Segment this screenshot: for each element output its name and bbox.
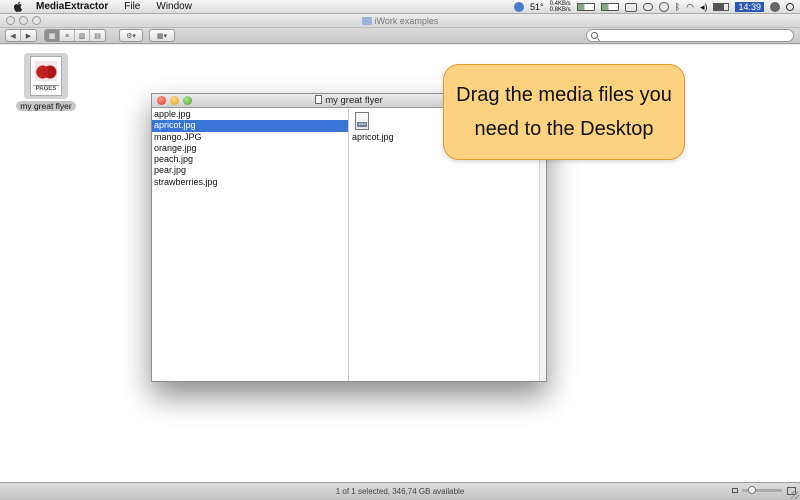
finder-title: iWork examples <box>0 14 800 28</box>
forward-button[interactable]: ▶ <box>21 30 36 41</box>
callout-text: Drag the media files you need to the Des… <box>456 84 672 140</box>
file-menu[interactable]: File <box>116 0 148 14</box>
navigation-buttons: ◀ ▶ <box>5 29 37 42</box>
file-thumbnail[interactable]: PAGES <box>24 53 68 99</box>
search-icon <box>591 32 598 39</box>
memory-meter-icon[interactable] <box>600 3 619 11</box>
file-row[interactable]: peach.jpg <box>152 154 348 165</box>
cherries-picture <box>35 61 57 81</box>
spotlight-icon[interactable] <box>786 3 794 11</box>
file-row[interactable]: mango.JPG <box>152 132 348 143</box>
window-menu[interactable]: Window <box>148 0 200 14</box>
app-menu[interactable]: MediaExtractor <box>26 0 116 14</box>
folder-icon <box>361 17 372 25</box>
display-icon[interactable] <box>624 2 637 12</box>
temperature-readout[interactable]: 51° <box>530 2 544 12</box>
instruction-callout: Drag the media files you need to the Des… <box>443 64 685 160</box>
search-field[interactable] <box>586 29 794 42</box>
chat-status-icon[interactable] <box>642 3 653 11</box>
minimize-button[interactable] <box>170 96 179 105</box>
file-row[interactable]: strawberries.jpg <box>152 177 348 188</box>
network-speed[interactable]: 0.4KB/s 0.8KB/s <box>550 1 571 13</box>
clock[interactable]: 14:39 <box>735 2 764 12</box>
media-file-list[interactable]: apple.jpg apricot.jpg mango.JPG orange.j… <box>152 109 348 381</box>
file-row[interactable]: pear.jpg <box>152 165 348 176</box>
gear-icon: ⚙▾ <box>126 33 136 40</box>
jpeg-file-icon[interactable]: JPEG <box>355 112 369 130</box>
weather-icon[interactable] <box>514 2 525 12</box>
user-icon[interactable] <box>770 2 780 12</box>
pages-badge: PAGES <box>33 85 59 92</box>
document-icon <box>315 95 323 104</box>
status-area: 51° 0.4KB/s 0.8KB/s ᛒ ◠ ◂) 14:39 <box>514 0 800 14</box>
resize-grip[interactable] <box>791 491 799 499</box>
cpu-meter-icon[interactable] <box>576 3 595 11</box>
close-button[interactable] <box>157 96 166 105</box>
finder-status-bar: 1 of 1 selected, 346,74 GB available <box>0 482 800 500</box>
status-text: 1 of 1 selected, 346,74 GB available <box>335 487 465 496</box>
pages-document-icon: PAGES <box>30 56 62 96</box>
coverflow-view-button[interactable]: ▤ <box>90 30 105 41</box>
small-icon-size-icon <box>732 488 738 493</box>
finder-toolbar: ◀ ▶ ▦ ≡ ▥ ▤ ⚙▾ ▦▾ <box>0 28 800 44</box>
desktop-file-label[interactable]: my great flyer <box>16 101 76 111</box>
zoom-button[interactable] <box>183 96 192 105</box>
finder-titlebar[interactable]: iWork examples <box>0 14 800 28</box>
list-view-button[interactable]: ≡ <box>60 30 75 41</box>
file-row[interactable]: apricot.jpg <box>152 120 348 132</box>
finder-title-text: iWork examples <box>374 16 439 26</box>
desktop-file-item[interactable]: PAGES my great flyer <box>14 53 78 112</box>
file-row[interactable]: apple.jpg <box>152 109 348 120</box>
net-down-readout: 0.8KB/s <box>549 7 571 13</box>
icon-size-slider-knob[interactable] <box>748 486 756 494</box>
arrange-menu-button[interactable]: ▦▾ <box>149 29 175 42</box>
preview-filename[interactable]: apricot.jpg <box>352 132 394 142</box>
view-mode-buttons: ▦ ≡ ▥ ▤ <box>44 29 106 42</box>
jpeg-badge: JPEG <box>357 122 367 127</box>
wifi-icon[interactable]: ◠ <box>686 2 694 13</box>
bluetooth-icon[interactable]: ᛒ <box>675 2 680 12</box>
file-row[interactable]: orange.jpg <box>152 143 348 154</box>
media-window-title-text: my great flyer <box>325 95 383 106</box>
arrange-icon: ▦▾ <box>156 33 168 40</box>
menu-bar: MediaExtractor File Window 51° 0.4KB/s 0… <box>0 0 800 14</box>
volume-icon[interactable]: ◂) <box>700 2 708 13</box>
column-view-button[interactable]: ▥ <box>75 30 90 41</box>
action-menu-button[interactable]: ⚙▾ <box>119 29 143 42</box>
back-button[interactable]: ◀ <box>6 30 21 41</box>
battery-icon[interactable] <box>713 3 730 11</box>
icon-size-slider[interactable] <box>742 486 782 494</box>
media-window-controls <box>157 96 192 105</box>
apple-menu-icon[interactable] <box>10 0 26 14</box>
icon-view-button[interactable]: ▦ <box>45 30 60 41</box>
time-machine-icon[interactable] <box>658 2 669 12</box>
